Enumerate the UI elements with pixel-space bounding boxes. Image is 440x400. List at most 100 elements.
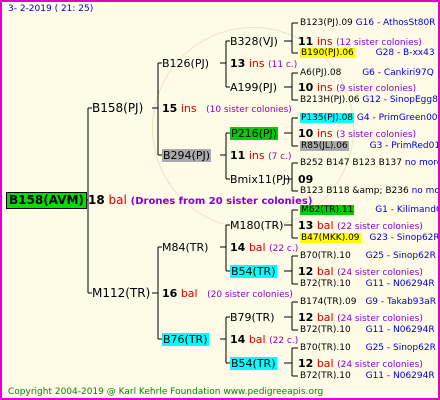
gen2-inbreeding-row: 13 ins (11 c.) [230, 57, 297, 71]
gen2-inbreeding-row: 14 bal (22 c.) [230, 241, 298, 255]
gen3-inbreeding-row: 12 bal (24 sister colonies) [298, 357, 423, 371]
gen2-note: (11 c.) [268, 60, 298, 70]
gen3-inbreeding-row: 10 ins (3 sister colonies) [298, 127, 416, 141]
gen4-queen: B72(TR).10 [300, 325, 351, 335]
gen4-queen: B72(TR).10 [300, 371, 351, 381]
gen4-generation: no more [411, 186, 440, 196]
gen4-generation: G4 - PrimGreen00 [356, 113, 438, 123]
gen4-row: B47(MKK).09 G23 - Sinop62R [300, 232, 440, 244]
gen4-generation: G1 - KilimandQ [375, 205, 440, 215]
gen2-inbreeding-value: 11 [230, 149, 246, 162]
gen3-queen-label: B54(TR) [230, 357, 277, 370]
root-inbreeding-kind: bal [108, 193, 127, 207]
gen3-inbreeding-row: 10 ins (9 sister colonies) [298, 81, 416, 95]
gen4-row: B213H(PJ).06 G12 - SinopEgg86R [300, 94, 438, 106]
gen4-queen: B213H(PJ).06 [300, 95, 360, 105]
gen3-inbreeding-kind: bal [316, 219, 334, 232]
gen4-generation: G28 - B-xx43 [375, 48, 435, 58]
gen4-queen: B252 B147 B123 B137 [300, 158, 402, 168]
gen1-inbreeding-row: 15 ins (10 sister colonies) [162, 102, 292, 116]
gen4-generation: G9 - Takab93aR [365, 297, 437, 307]
gen1-queen-label: B158(PJ) [92, 101, 144, 115]
gen3-queen-label: Bmix11(PJ) [230, 173, 291, 186]
gen3-note: (9 sister colonies) [336, 84, 417, 94]
gen2-inbreeding-kind: bal [248, 333, 266, 346]
gen3-inbreeding-row: 13 bal (22 sister colonies) [298, 219, 423, 233]
gen3-note: (22 sister colonies) [337, 222, 423, 232]
gen3-note: (24 sister colonies) [337, 268, 423, 278]
gen4-queen: M62(TR).11 [300, 205, 355, 215]
gen4-generation: G11 - N06294R [365, 371, 435, 381]
gen3-note: (24 sister colonies) [337, 314, 423, 324]
gen4-queen: B72(TR).10 [300, 279, 351, 289]
gen3-inbreeding-value: 12 [298, 265, 314, 278]
gen4-row: B72(TR).10 G11 - N06294R [300, 370, 435, 382]
gen4-queen: R85(JL).06 [300, 141, 349, 151]
gen4-generation: G25 - Sinop62R [365, 251, 436, 261]
gen4-generation: G16 - AthosSt80R [355, 18, 436, 28]
gen4-queen: B174(TR).09 [300, 297, 357, 307]
gen2-inbreeding-value: 14 [230, 241, 246, 254]
gen3-note: (3 sister colonies) [336, 130, 417, 140]
gen4-generation: G11 - N06294R [365, 279, 435, 289]
gen3-inbreeding-value: 10 [298, 81, 314, 94]
root-drone-note: (Drones from 20 sister colonies) [130, 196, 313, 207]
gen4-queen: B70(TR).10 [300, 343, 351, 353]
gen4-generation: G11 - N06294R [365, 325, 435, 335]
gen4-row: B72(TR).10 G11 - N06294R [300, 278, 435, 290]
gen1-note: (10 sister colonies) [206, 105, 292, 115]
gen3-inbreeding-value: 10 [298, 127, 314, 140]
gen2-queen-label: B294(PJ) [162, 149, 212, 162]
gen3-inbreeding-value: 12 [298, 311, 314, 324]
gen3-inbreeding-kind: bal [316, 265, 334, 278]
gen4-row: B123 B118 &amp; B236 no more [300, 185, 440, 197]
gen3-queen-label: P216(PJ) [230, 127, 279, 140]
date-stamp: 3- 2-2019 ( 21: 25) [8, 4, 94, 14]
gen3-queen-label: B79(TR) [230, 311, 275, 324]
gen4-row: B123(PJ).09 G16 - AthosSt80R [300, 17, 435, 29]
gen3-inbreeding-kind: ins [316, 127, 333, 140]
gen3-queen-label: B54(TR) [230, 265, 277, 278]
gen4-generation: G12 - SinopEgg86R [362, 95, 438, 105]
gen4-row: B252 B147 B123 B137 no more [300, 157, 440, 169]
gen3-queen-label: M180(TR) [230, 219, 284, 232]
gen4-row: M62(TR).11 G1 - KilimandQ [300, 204, 440, 216]
gen3-inbreeding-kind: bal [316, 357, 334, 370]
gen3-note: (24 sister colonies) [337, 360, 423, 370]
gen2-inbreeding-row: 14 bal (22 c.) [230, 333, 298, 347]
gen4-queen: B123(PJ).09 [300, 18, 353, 28]
gen2-inbreeding-kind: ins [248, 149, 265, 162]
gen1-inbreeding-kind: bal [180, 287, 198, 300]
root-queen-label: B158(AVM) [6, 192, 87, 209]
gen4-queen: B47(MKK).09 [300, 233, 361, 243]
gen4-queen: A6(PJ).08 [300, 68, 342, 78]
gen3-inbreeding-value: 12 [298, 357, 314, 370]
gen4-generation: G3 - PrimRed01 [369, 141, 440, 151]
gen1-queen-label: M112(TR) [92, 286, 151, 300]
gen1-inbreeding-kind: ins [180, 102, 197, 115]
gen3-queen-label: A199(PJ) [230, 81, 277, 94]
gen4-generation: no more [404, 158, 440, 168]
gen1-inbreeding-value: 16 [162, 287, 178, 300]
gen2-note: (7 c.) [268, 152, 292, 162]
gen4-row: B70(TR).10 G25 - Sinop62R [300, 342, 436, 354]
gen3-inbreeding-row: 12 bal (24 sister colonies) [298, 311, 423, 325]
gen4-row: A6(PJ).08 G6 - Cankiri97Q [300, 67, 434, 79]
gen2-inbreeding-value: 13 [230, 57, 246, 70]
gen2-inbreeding-kind: bal [248, 241, 266, 254]
gen2-queen-label: M84(TR) [162, 241, 209, 254]
gen1-note: (20 sister colonies) [207, 290, 293, 300]
gen2-inbreeding-row: 11 ins (7 c.) [230, 149, 292, 163]
gen4-row: B72(TR).10 G11 - N06294R [300, 324, 435, 336]
gen3-inbreeding-kind: bal [316, 311, 334, 324]
gen4-generation: G23 - Sinop62R [369, 233, 440, 243]
root-inbreeding-value: 18 [88, 193, 105, 207]
gen4-queen: B190(PJ).06 [300, 48, 355, 58]
gen1-inbreeding-value: 15 [162, 102, 178, 115]
gen2-queen-label: B126(PJ) [162, 57, 210, 70]
gen2-note: (22 c.) [269, 336, 299, 346]
pedigree-frame: 3- 2-2019 ( 21: 25) B158(AVM) 18 bal (Dr… [0, 0, 440, 400]
copyright-footer: Copyright 2004-2019 @ Karl Kehrle Founda… [8, 387, 324, 397]
gen2-note: (22 c.) [269, 244, 299, 254]
gen4-queen: B70(TR).10 [300, 251, 351, 261]
